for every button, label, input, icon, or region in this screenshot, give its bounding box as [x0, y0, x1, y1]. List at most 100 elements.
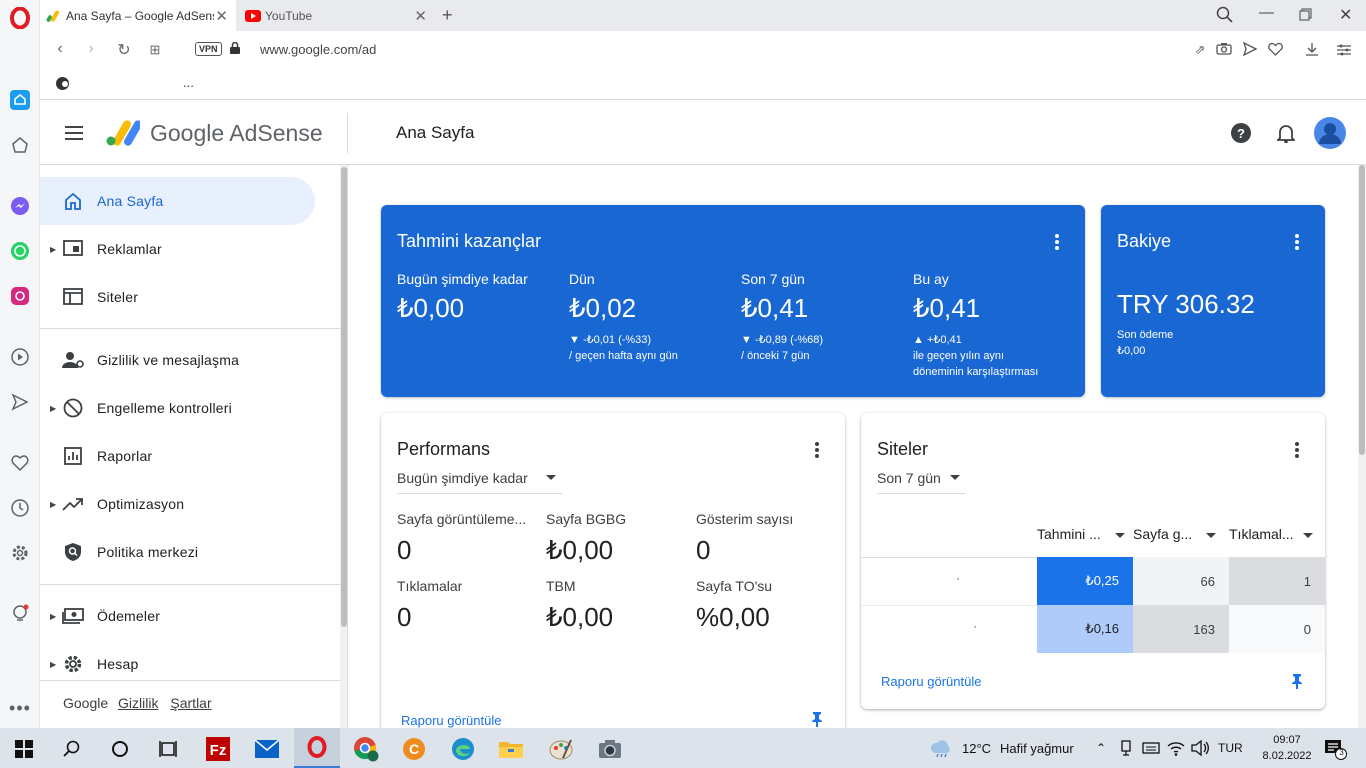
- whatsapp-icon[interactable]: [8, 239, 32, 263]
- sidebar-item-reports[interactable]: Raporlar: [40, 432, 315, 480]
- minimize-icon[interactable]: —: [1259, 4, 1274, 21]
- avatar[interactable]: [1314, 117, 1346, 149]
- sites-menu-icon[interactable]: [1295, 442, 1299, 460]
- sites-range-dropdown[interactable]: Son 7 gün: [877, 470, 966, 494]
- vpn-badge[interactable]: VPN: [195, 42, 222, 56]
- heart-bookmark-icon[interactable]: [1268, 42, 1283, 56]
- send-icon[interactable]: [8, 390, 32, 414]
- footer-terms-link[interactable]: Şartlar: [170, 695, 211, 711]
- paint-icon[interactable]: [548, 736, 574, 762]
- site-name: ·: [956, 571, 960, 585]
- bookmark-favicon-icon[interactable]: [55, 76, 70, 91]
- clock[interactable]: 09:07 8.02.2022: [1263, 732, 1312, 764]
- tab-adsense[interactable]: Ana Sayfa – Google AdSens ✕: [40, 0, 236, 31]
- column-header-earnings[interactable]: Tahmini ...: [1037, 526, 1125, 542]
- send-tab-icon[interactable]: [1242, 41, 1258, 57]
- footer-privacy-link[interactable]: Gizlilik: [118, 695, 158, 711]
- main-scrollbar[interactable]: [1358, 165, 1366, 728]
- tray-chevron-icon[interactable]: ⌃: [1096, 741, 1106, 755]
- notification-center-icon[interactable]: 3: [1324, 738, 1348, 760]
- speed-dial-icon[interactable]: [8, 88, 32, 112]
- restore-icon[interactable]: [1299, 8, 1312, 21]
- search-icon[interactable]: [59, 736, 85, 762]
- pin-icon[interactable]: [810, 711, 824, 727]
- player-icon[interactable]: [8, 345, 32, 369]
- main-scroll-thumb[interactable]: [1359, 165, 1365, 455]
- sidebar-scrollbar[interactable]: [340, 165, 348, 728]
- sidebar-item-sites[interactable]: Siteler: [40, 273, 315, 321]
- month-label: Bu ay: [913, 271, 949, 287]
- performance-report-link[interactable]: Raporu görüntüle: [401, 713, 501, 728]
- search-tabs-icon[interactable]: [1216, 6, 1234, 24]
- lock-icon[interactable]: [230, 41, 240, 54]
- forward-icon[interactable]: ›: [81, 40, 101, 58]
- back-icon[interactable]: ‹: [50, 40, 70, 58]
- performance-menu-icon[interactable]: [815, 442, 819, 460]
- weather-icon[interactable]: [930, 739, 952, 758]
- history-icon[interactable]: [8, 496, 32, 520]
- new-tab-icon[interactable]: +: [442, 5, 453, 26]
- sites-report-link[interactable]: Raporu görüntüle: [881, 674, 981, 689]
- column-header-clicks[interactable]: Tıklamal...: [1229, 526, 1314, 542]
- share-icon[interactable]: ⇗: [1190, 42, 1210, 58]
- sidebar-item-blocking[interactable]: ▶ Engelleme kontrolleri: [40, 384, 315, 432]
- sidebar-item-ads[interactable]: ▶ Reklamlar: [40, 225, 315, 273]
- product-logo-text: Google AdSense: [150, 120, 323, 147]
- mail-icon[interactable]: [254, 736, 280, 762]
- instagram-icon[interactable]: [8, 284, 32, 308]
- column-header-pageviews[interactable]: Sayfa g...: [1133, 526, 1217, 542]
- weather-desc[interactable]: Hafif yağmur: [1000, 741, 1074, 756]
- close-tab-icon[interactable]: ✕: [215, 7, 228, 25]
- lightbulb-icon[interactable]: [8, 602, 32, 626]
- bookmarks-more[interactable]: ...: [183, 75, 194, 90]
- balance-menu-icon[interactable]: [1295, 234, 1299, 252]
- pin-icon[interactable]: [1290, 673, 1304, 689]
- url-field[interactable]: www.google.com/ad: [260, 42, 376, 57]
- sidebar-item-payments[interactable]: ▶ Ödemeler: [40, 592, 315, 640]
- sidebar-item-home[interactable]: Ana Sayfa: [40, 177, 315, 225]
- close-window-icon[interactable]: ✕: [1339, 5, 1352, 25]
- svg-text:C: C: [409, 741, 419, 757]
- opera-logo-icon[interactable]: [8, 6, 32, 30]
- menu-icon[interactable]: [65, 126, 83, 140]
- notifications-icon[interactable]: [1275, 123, 1297, 144]
- tabs-grid-icon[interactable]: ⊞: [145, 42, 165, 58]
- filezilla-icon[interactable]: Fz: [205, 736, 231, 762]
- windows-start-icon[interactable]: [11, 736, 37, 762]
- svg-text:?: ?: [1237, 126, 1245, 141]
- keyboard-icon[interactable]: [1142, 740, 1160, 756]
- sidebar-item-privacy[interactable]: Gizlilik ve mesajlaşma: [40, 336, 315, 384]
- download-icon[interactable]: [1305, 42, 1319, 56]
- easy-setup-icon[interactable]: [1337, 43, 1351, 56]
- opera-taskbar-icon[interactable]: [294, 728, 340, 768]
- task-view-icon[interactable]: [155, 736, 181, 762]
- more-icon[interactable]: •••: [8, 696, 32, 720]
- wifi-icon[interactable]: [1167, 740, 1185, 756]
- messenger-icon[interactable]: [8, 194, 32, 218]
- camera-app-icon[interactable]: [597, 736, 623, 762]
- ccleaner-icon[interactable]: C: [401, 736, 427, 762]
- volume-icon[interactable]: [1191, 739, 1209, 757]
- camera-icon[interactable]: [1216, 42, 1232, 55]
- sidebar-scroll-thumb[interactable]: [341, 167, 347, 627]
- input-language[interactable]: TUR: [1218, 741, 1243, 755]
- performance-range-dropdown[interactable]: Bugün şimdiye kadar: [397, 470, 562, 494]
- earnings-menu-icon[interactable]: [1055, 234, 1059, 252]
- weather-temp[interactable]: 12°C: [962, 741, 991, 756]
- chrome-icon[interactable]: [353, 736, 379, 762]
- edge-icon[interactable]: [450, 736, 476, 762]
- settings-icon[interactable]: [8, 541, 32, 565]
- metric-label: Sayfa BGBG: [546, 511, 627, 527]
- help-icon[interactable]: ?: [1231, 123, 1251, 143]
- dropdown-arrow-icon: [950, 475, 960, 480]
- tab-youtube[interactable]: YouTube ✕: [239, 0, 435, 31]
- usb-device-icon[interactable]: [1119, 740, 1133, 756]
- file-explorer-icon[interactable]: [498, 736, 524, 762]
- close-tab-icon[interactable]: ✕: [414, 7, 427, 25]
- sidebar-item-optimization[interactable]: ▶ Optimizasyon: [40, 480, 315, 528]
- cortana-icon[interactable]: [107, 736, 133, 762]
- sidebar-item-policy[interactable]: Politika merkezi: [40, 528, 315, 576]
- reload-icon[interactable]: ↻: [114, 40, 134, 60]
- heart-icon[interactable]: [8, 451, 32, 475]
- bookmarks-icon[interactable]: [8, 133, 32, 157]
